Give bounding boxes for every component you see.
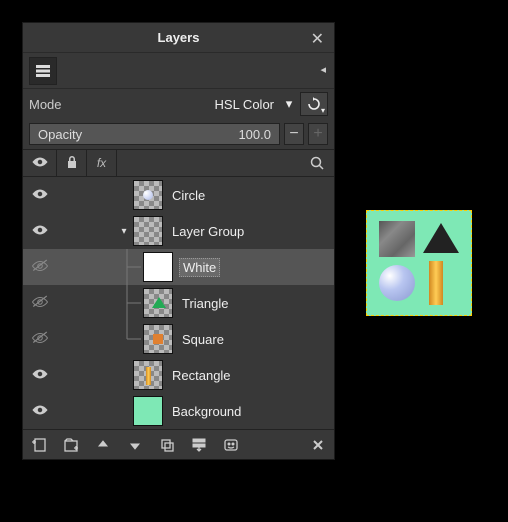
visibility-toggle[interactable] bbox=[23, 321, 57, 357]
tab-strip: ◂ bbox=[23, 53, 334, 89]
bottom-toolbar bbox=[23, 429, 334, 459]
eye-closed-icon bbox=[31, 331, 49, 348]
layer-row[interactable]: Background bbox=[23, 393, 334, 429]
eye-closed-icon bbox=[31, 295, 49, 312]
eye-icon bbox=[31, 403, 49, 420]
lock-column-header[interactable] bbox=[57, 149, 87, 177]
close-icon[interactable]: ✕ bbox=[311, 29, 324, 49]
lock-icon bbox=[66, 155, 78, 172]
preview-triangle bbox=[423, 223, 459, 253]
layers-icon bbox=[35, 64, 51, 78]
opacity-slider[interactable]: Opacity 100.0 bbox=[29, 123, 280, 145]
layer-thumbnail[interactable] bbox=[133, 360, 163, 390]
layer-row[interactable]: Rectangle bbox=[23, 357, 334, 393]
new-layer-button[interactable] bbox=[29, 435, 49, 455]
layer-name[interactable]: Layer Group bbox=[169, 223, 247, 240]
visibility-toggle[interactable] bbox=[23, 393, 57, 429]
layers-panel: Layers ✕ ◂ Mode HSL Color ▾ ▾ Opacity 10… bbox=[22, 22, 335, 460]
search-icon bbox=[310, 156, 324, 170]
layer-name[interactable]: White bbox=[179, 258, 220, 277]
layer-thumbnail[interactable] bbox=[133, 180, 163, 210]
reset-mode-button[interactable]: ▾ bbox=[300, 92, 328, 116]
visibility-column-header[interactable] bbox=[23, 149, 57, 177]
visibility-toggle[interactable] bbox=[23, 177, 57, 213]
layer-thumbnail[interactable] bbox=[133, 216, 163, 246]
panel-title: Layers bbox=[158, 30, 200, 45]
expander-icon[interactable]: ▾ bbox=[117, 226, 131, 237]
opacity-row: Opacity 100.0 − + bbox=[23, 119, 334, 149]
layer-thumbnail[interactable] bbox=[143, 324, 173, 354]
opacity-decrement-button[interactable]: − bbox=[284, 123, 304, 145]
raise-layer-button[interactable] bbox=[93, 435, 113, 455]
layer-row[interactable]: Square bbox=[23, 321, 334, 357]
panel-menu-icon[interactable]: ◂ bbox=[320, 63, 326, 76]
layer-thumbnail[interactable] bbox=[143, 252, 173, 282]
layer-row[interactable]: Triangle bbox=[23, 285, 334, 321]
layer-name[interactable]: Circle bbox=[169, 187, 208, 204]
preview-rectangle bbox=[429, 261, 443, 305]
opacity-value: 100.0 bbox=[238, 127, 271, 142]
duplicate-layer-button[interactable] bbox=[157, 435, 177, 455]
mode-dropdown[interactable]: HSL Color bbox=[66, 97, 278, 112]
layer-name[interactable]: Triangle bbox=[179, 295, 231, 312]
layer-list-header: fx bbox=[23, 149, 334, 177]
reset-icon bbox=[306, 97, 322, 111]
visibility-toggle[interactable] bbox=[23, 357, 57, 393]
opacity-increment-button[interactable]: + bbox=[308, 123, 328, 145]
mode-label: Mode bbox=[29, 97, 62, 112]
eye-icon bbox=[31, 187, 49, 204]
layer-name[interactable]: Background bbox=[169, 403, 244, 420]
layer-name[interactable]: Square bbox=[179, 331, 227, 348]
layer-list: Circle ▾ Layer Group White Triangle Square Rec… bbox=[23, 177, 334, 429]
merge-down-button[interactable] bbox=[189, 435, 209, 455]
chevron-down-icon[interactable]: ▾ bbox=[282, 97, 296, 111]
eye-icon bbox=[31, 223, 49, 240]
new-group-button[interactable] bbox=[61, 435, 81, 455]
eye-icon bbox=[31, 155, 49, 172]
search-button[interactable] bbox=[300, 149, 334, 177]
layer-thumbnail[interactable] bbox=[143, 288, 173, 318]
delete-layer-button[interactable] bbox=[308, 435, 328, 455]
layer-row[interactable]: White bbox=[23, 249, 334, 285]
canvas-preview bbox=[366, 210, 472, 316]
eye-icon bbox=[31, 367, 49, 384]
layer-thumbnail[interactable] bbox=[133, 396, 163, 426]
layer-row[interactable]: Circle bbox=[23, 177, 334, 213]
visibility-toggle[interactable] bbox=[23, 249, 57, 285]
preview-square bbox=[379, 221, 415, 257]
fx-column-header[interactable]: fx bbox=[87, 149, 117, 177]
visibility-toggle[interactable] bbox=[23, 213, 57, 249]
layers-tab[interactable] bbox=[29, 57, 57, 85]
preview-circle bbox=[379, 265, 415, 301]
visibility-toggle[interactable] bbox=[23, 285, 57, 321]
opacity-label: Opacity bbox=[38, 127, 238, 142]
layer-name[interactable]: Rectangle bbox=[169, 367, 234, 384]
add-mask-button[interactable] bbox=[221, 435, 241, 455]
mode-row: Mode HSL Color ▾ ▾ bbox=[23, 89, 334, 119]
lower-layer-button[interactable] bbox=[125, 435, 145, 455]
eye-closed-icon bbox=[31, 259, 49, 276]
titlebar: Layers ✕ bbox=[23, 23, 334, 53]
layer-row[interactable]: ▾ Layer Group bbox=[23, 213, 334, 249]
